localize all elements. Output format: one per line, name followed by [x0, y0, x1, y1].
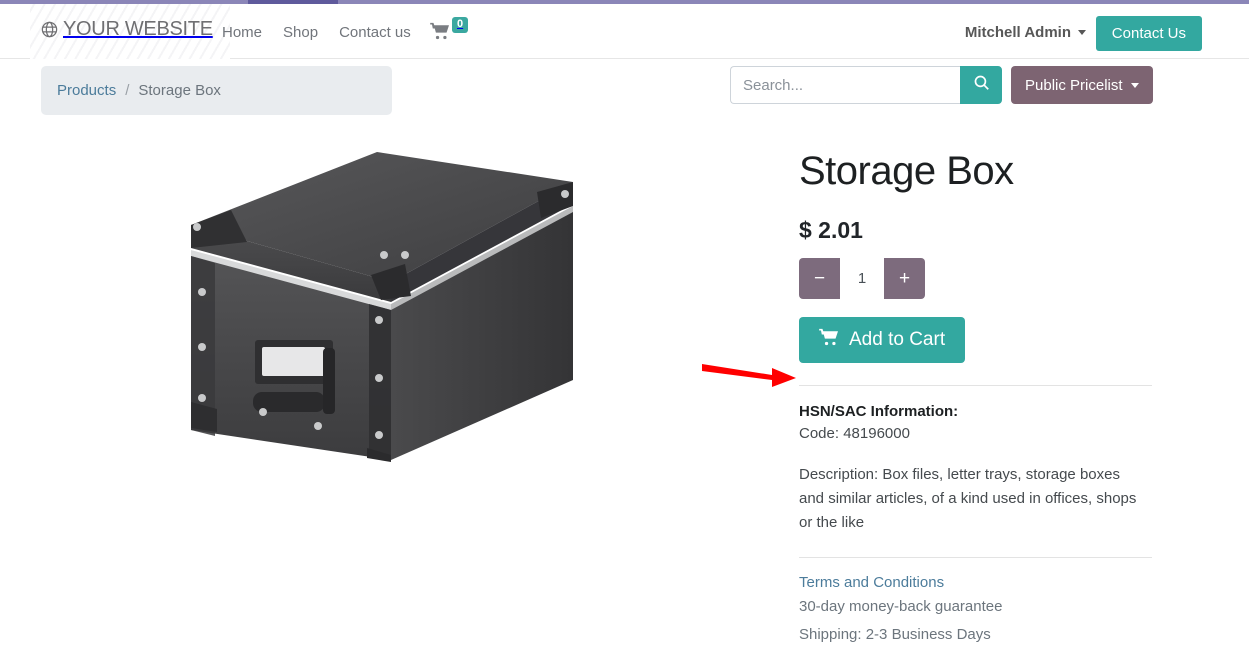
brand-logo[interactable]: YOUR WEBSITE: [40, 18, 213, 41]
terms-and-conditions-link[interactable]: Terms and Conditions: [799, 574, 1160, 591]
search-group: [730, 66, 1002, 104]
quantity-increment-button[interactable]: +: [884, 258, 925, 299]
nav-item-contact-us[interactable]: Contact us: [339, 24, 411, 41]
chevron-down-icon: [1130, 82, 1139, 88]
terms-line-guarantee: 30-day money-back guarantee: [799, 598, 1003, 615]
user-menu[interactable]: Mitchell Admin: [965, 24, 1086, 41]
add-to-cart-button[interactable]: Add to Cart: [799, 317, 966, 363]
search-and-pricelist-row: Public Pricelist: [730, 66, 1160, 104]
quantity-stepper: − +: [799, 258, 925, 299]
product-price: $ 2.01: [799, 217, 863, 243]
pricelist-label: Public Pricelist: [1025, 76, 1123, 94]
main-navigation: Home Shop Contact us: [222, 24, 411, 41]
breadcrumb-separator: /: [125, 82, 130, 99]
breadcrumb-link-products[interactable]: Products: [57, 82, 116, 99]
product-image-storage-box: [191, 152, 573, 462]
quantity-input[interactable]: [840, 258, 884, 299]
nav-item-shop[interactable]: Shop: [283, 24, 318, 41]
pricelist-dropdown-button[interactable]: Public Pricelist: [1011, 66, 1153, 104]
contact-us-button[interactable]: Contact Us: [1095, 16, 1202, 51]
quantity-decrement-button[interactable]: −: [799, 258, 840, 299]
hsn-section-title: HSN/SAC Information:: [799, 403, 959, 420]
search-button[interactable]: [960, 66, 1002, 104]
add-to-cart-label: Add to Cart: [849, 329, 946, 350]
search-input[interactable]: [730, 66, 960, 104]
cart-link[interactable]: 0: [430, 17, 469, 45]
terms-line-shipping: Shipping: 2-3 Business Days: [799, 626, 991, 643]
chevron-down-icon: [1078, 30, 1086, 35]
hsn-code: Code: 48196000: [799, 425, 910, 442]
cart-count-badge: 0: [452, 17, 469, 33]
divider-above-terms: [799, 557, 1152, 558]
brand-name: YOUR WEBSITE: [63, 18, 213, 40]
hsn-description: Description: Box files, letter trays, st…: [799, 466, 1137, 531]
globe-icon: [40, 20, 59, 39]
page-title: Storage Box: [799, 149, 1014, 193]
divider-above-hsn: [799, 385, 1152, 386]
search-icon: [973, 74, 990, 96]
site-header: YOUR WEBSITE Home Shop Contact us 0 Mitc…: [0, 4, 1249, 59]
nav-item-home[interactable]: Home: [222, 24, 262, 41]
user-menu-label: Mitchell Admin: [964, 24, 1071, 41]
breadcrumb-current: Storage Box: [138, 82, 221, 99]
breadcrumb: Products / Storage Box: [41, 66, 392, 115]
product-detail-panel: Public Pricelist Storage Box $ 2.01 − + …: [730, 66, 1160, 647]
shopping-cart-icon: [430, 22, 450, 45]
product-image-container[interactable]: [60, 130, 720, 560]
shopping-cart-icon: [819, 328, 839, 352]
